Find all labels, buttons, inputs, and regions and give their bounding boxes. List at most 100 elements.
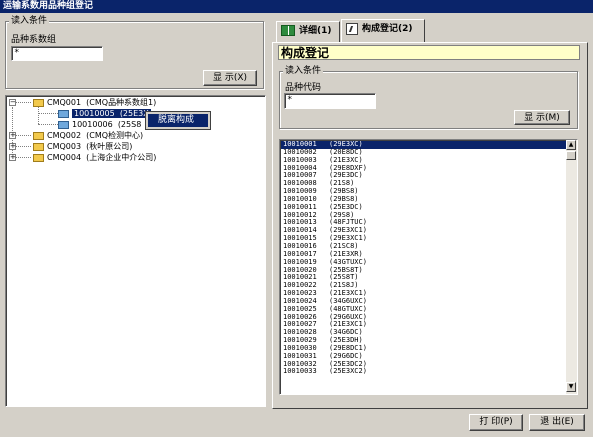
list-item[interactable]: 10010003 (21E3XC) [281,155,566,165]
tree-item-10010005[interactable]: 10010005 (25E3X [58,108,151,119]
folder-icon [33,131,44,140]
list-item-name: (29BS8) [329,194,359,203]
scroll-thumb[interactable] [566,151,576,160]
list-item[interactable]: 10010027 (21E3XC1) [281,320,566,329]
folder-icon [58,109,69,118]
list-item[interactable]: 10010024 (34G6UXC) [281,296,566,306]
list-item[interactable]: 10010017 (21E3XR) [281,249,566,259]
section-title: 构成登记 [278,45,580,60]
folder-icon [33,142,44,151]
list-item-name: (34G6DC) [329,328,363,337]
tree-item-code: CMQ002 [47,131,82,140]
list-item[interactable]: 10010019 (43GTUXC) [281,258,566,267]
exit-button[interactable]: 退 出(E) [529,414,585,431]
list-item[interactable]: 10010033 (25E3XC2) [281,368,566,376]
tree-item-code: CMQ001 [47,98,82,107]
tree-item-name: (CMQ品种系数组1) [86,98,157,107]
list-item-name: (29S8) [329,210,355,219]
tree-item-name: (25E3X [119,109,149,118]
list-item-name: (29E3XC1) [329,234,367,243]
list-item[interactable]: 10010015 (29E3XC1) [281,234,566,243]
list-item-name: (25S8T) [329,273,359,282]
list-item[interactable]: 10010009 (29BS8) [281,187,566,196]
list-item[interactable]: 10010031 (29G6DC) [281,352,566,361]
tab-label: 构成登记(2) [362,24,413,34]
expand-icon[interactable]: + [9,132,16,139]
list-item-name: (21E3XC1) [329,289,367,298]
tree-item-10010006[interactable]: 10010006 (25S8 [58,119,141,130]
collapse-icon[interactable]: − [9,99,16,106]
list-item-name: (21SC8) [329,241,359,250]
list-item-name: (21E3XC1) [329,320,367,329]
list-item-name: (29E3XC1) [329,226,367,235]
tree-item-name: (CMQ检测中心) [86,131,144,140]
left-search-legend: 读入条件 [9,16,50,26]
list-item[interactable]: 10010020 (25BS8T) [281,266,566,275]
list-item[interactable]: 10010011 (25E3DC) [281,203,566,212]
scroll-up-icon[interactable]: ▲ [566,140,576,150]
tree-item-cmq002[interactable]: CMQ002 (CMQ检测中心) [33,130,143,141]
tab-label: 详细(1) [299,26,332,36]
list-item[interactable]: 10010021 (25S8T) [281,273,566,282]
list-item[interactable]: 10010012 (29S8) [281,210,566,220]
expand-icon[interactable]: + [9,154,16,161]
list-item[interactable]: 10010030 (29E8DC1) [281,343,566,353]
list-item-name: (29E8DC1) [329,343,367,352]
list-item[interactable]: 10010032 (25E3DC2) [281,359,566,369]
list-item[interactable]: 10010014 (29E3XC1) [281,226,566,235]
list-item-name: (25E3DC2) [329,359,367,368]
list-item[interactable]: 10010013 (48FJTUC) [281,219,566,227]
list-item[interactable]: 10010023 (21E3XC1) [281,289,566,298]
context-menu-item-detach[interactable]: 脱离构成 [148,114,208,127]
print-button[interactable]: 打 印(P) [469,414,523,431]
tree-item-name: (秋叶原公司) [86,142,133,151]
folder-icon [33,153,44,162]
list-item-name: (29BS8) [329,187,359,196]
tree-item-name: (上海企业中介公司) [86,153,157,162]
list-item[interactable]: 10010028 (34G6DC) [281,328,566,337]
tree-item-cmq004[interactable]: CMQ004 (上海企业中介公司) [33,152,156,163]
tree-line [38,113,58,114]
tree-line [38,107,39,124]
list-item-name: (25E3XC2) [329,367,367,376]
right-search-legend: 读入条件 [283,66,324,76]
list-item[interactable]: 10010026 (29G6UXC) [281,312,566,322]
folder-icon [58,120,69,129]
context-menu: 脱离构成 [145,111,211,130]
tree-item-code: 10010005 [74,109,115,118]
tab-composition[interactable]: 构成登记(2) [341,19,425,42]
scroll-down-icon[interactable]: ▼ [566,382,576,392]
scrollbar[interactable]: ▲ ▼ [566,140,577,394]
variety-coef-group-label: 品种系数组 [11,35,57,45]
list-item[interactable]: 10010029 (25E3DH) [281,336,566,345]
list-item[interactable]: 10010016 (21SC8) [281,241,566,251]
list-item[interactable]: 10010007 (29E3DC) [281,171,566,180]
tree-line [38,124,58,125]
expand-icon[interactable]: + [9,143,16,150]
list-item[interactable]: 10010025 (48GTUXC) [281,305,566,314]
variety-code-label: 品种代码 [285,83,322,93]
list-item[interactable]: 10010002 (20E8DC) [281,147,566,157]
variety-list[interactable]: 10010001 (29E3XC) 10010002 (20E8DC) 10010003… [279,139,578,395]
list-item[interactable]: 10010001 (29E3XC) [281,141,566,149]
variety-code-input[interactable]: * [284,93,376,109]
left-display-button[interactable]: 显 示(X) [203,70,257,86]
tree-item-code: CMQ004 [47,153,82,162]
list-item-name: (20E8DC) [329,147,363,156]
variety-coef-group-input[interactable]: * [11,46,103,61]
list-item-name: (29G6UXC) [329,312,367,321]
list-item[interactable]: 10010010 (29BS8) [281,194,566,204]
list-item[interactable]: 10010004 (29E8DXF) [281,164,566,173]
tree-item-code: 10010006 [72,120,113,129]
tree-item-cmq001[interactable]: CMQ001 (CMQ品种系数组1) [33,97,156,108]
list-item-name: (34G6UXC) [329,296,367,305]
window-title: 运输系数用品种组登记 [0,0,593,13]
tab-detail[interactable]: 详细(1) [276,21,340,42]
list-item[interactable]: 10010008 (21S8) [281,179,566,188]
right-display-button[interactable]: 显 示(M) [514,110,570,125]
list-item-name: (21E3XC) [329,155,363,164]
tree-item-cmq003[interactable]: CMQ003 (秋叶原公司) [33,141,132,152]
list-item-name: (21E3XR) [329,249,363,258]
list-item[interactable]: 10010022 (21S8J) [281,281,566,290]
book-icon [281,25,295,36]
